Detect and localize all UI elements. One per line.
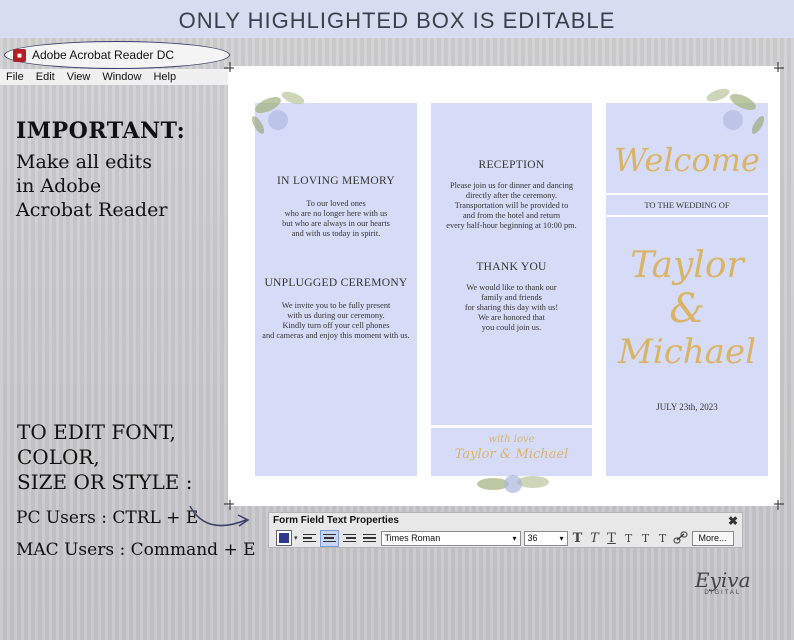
text-color-swatch[interactable] — [276, 530, 292, 546]
italic-button[interactable]: T — [588, 531, 602, 546]
couple-names-small: Taylor & Michael — [454, 447, 569, 462]
underline-button[interactable]: T — [605, 531, 619, 546]
pc-shortcut: PC Users : CTRL + E — [16, 508, 199, 528]
floral-decoration-icon — [477, 475, 549, 493]
ampersand: & — [669, 286, 705, 332]
mac-shortcut: MAC Users : Command + E — [16, 540, 256, 560]
toolbar-title: Form Field Text Properties — [273, 515, 399, 526]
memory-panel[interactable]: IN LOVING MEMORY To our loved ones who a… — [255, 103, 417, 476]
link-icon[interactable] — [673, 531, 689, 545]
edit-line: SIZE OR STYLE : — [17, 470, 193, 494]
banner: ONLY HIGHLIGHTED BOX IS EDITABLE — [0, 0, 794, 40]
text-properties-toolbar: Form Field Text Properties ✖ ▾ Times Rom… — [268, 512, 743, 548]
unplugged-heading: UNPLUGGED CEREMONY — [264, 277, 408, 289]
program-page: IN LOVING MEMORY To our loved ones who a… — [224, 62, 784, 510]
edit-line: TO EDIT FONT, — [17, 420, 176, 444]
floral-decoration-icon — [706, 88, 765, 134]
memory-heading: IN LOVING MEMORY — [277, 175, 395, 187]
text-line: you could join us. — [481, 323, 542, 332]
text-line: with us during our ceremony. — [287, 311, 385, 320]
text-line: and from the hotel and return — [463, 211, 560, 220]
text-line: but who are always in our hearts — [282, 219, 390, 228]
memory-text: To our loved ones who are no longer here… — [255, 199, 417, 239]
crop-mark-icon — [224, 62, 234, 72]
reception-panel[interactable]: RECEPTION Please join us for dinner and … — [431, 103, 592, 425]
name-1: Taylor — [630, 245, 744, 286]
font-select[interactable]: Times Roman ▾ — [380, 530, 521, 546]
floral-decoration-icon — [251, 91, 305, 134]
text-line: To our loved ones — [306, 199, 366, 208]
important-line: Make all edits — [16, 151, 152, 173]
important-line: in Adobe — [16, 175, 102, 197]
edit-instructions: TO EDIT FONT, COLOR, SIZE OR STYLE : — [17, 420, 193, 495]
align-center-button[interactable] — [319, 529, 339, 547]
important-text: Make all edits in Adobe Acrobat Reader — [16, 150, 185, 222]
font-size-value: 36 — [527, 532, 538, 543]
brand-logo: Eyiva DIGITAL — [695, 568, 751, 596]
chevron-down-icon: ▾ — [512, 533, 517, 543]
menu-view[interactable]: View — [67, 69, 91, 85]
reception-heading: RECEPTION — [478, 159, 545, 171]
wedding-date: JULY 23th, 2023 — [656, 402, 718, 412]
font-size-select[interactable]: 36 ▾ — [523, 530, 568, 546]
text-line: who are no longer here with us — [284, 209, 388, 218]
text-line: Transportation will be provided to — [454, 201, 569, 210]
text-line: and cameras and enjoy this moment with u… — [262, 331, 410, 340]
more-button[interactable]: More... — [691, 530, 734, 546]
text-line: We invite you to be fully present — [281, 301, 391, 310]
subtitle-panel[interactable]: TO THE WEDDING OF — [606, 195, 768, 215]
text-line: We would like to thank our — [466, 283, 557, 292]
text-line: Kindly turn off your cell phones — [282, 321, 390, 330]
crop-mark-icon — [774, 500, 784, 510]
text-line: We are honored that — [478, 313, 545, 322]
menu-bar: File Edit View Window Help — [0, 69, 228, 85]
acrobat-title-bar: ■ Adobe Acrobat Reader DC — [4, 41, 230, 69]
close-icon[interactable]: ✖ — [728, 514, 738, 528]
with-love-text: with love — [488, 434, 535, 445]
unplugged-text: We invite you to be fully present with u… — [255, 301, 417, 341]
menu-window[interactable]: Window — [102, 69, 141, 85]
justify-button[interactable] — [361, 531, 378, 546]
chevron-down-icon[interactable]: ▾ — [294, 534, 298, 542]
reception-text: Please join us for dinner and dancing di… — [431, 181, 592, 231]
small-caps-button[interactable]: T — [622, 532, 636, 545]
thankyou-heading: THANK YOU — [476, 261, 547, 273]
crop-mark-icon — [774, 62, 784, 72]
menu-file[interactable]: File — [6, 69, 24, 85]
wedding-subtitle: TO THE WEDDING OF — [644, 200, 730, 210]
align-left-button[interactable] — [301, 531, 318, 546]
logo-name: Eyiva — [695, 568, 751, 592]
font-value: Times Roman — [384, 532, 441, 543]
acrobat-logo-icon: ■ — [13, 48, 26, 62]
menu-help[interactable]: Help — [153, 69, 176, 85]
text-line: for sharing this day with us! — [464, 303, 559, 312]
text-line: and with us today in spirit. — [291, 229, 381, 238]
toolbar-controls: ▾ Times Roman ▾ 36 ▾ T T T T T T More... — [276, 529, 734, 547]
text-line: family and friends — [481, 293, 542, 302]
superscript-button[interactable]: T — [639, 532, 653, 545]
subscript-button[interactable]: T — [656, 532, 670, 545]
names-panel[interactable]: Taylor & Michael JULY 23th, 2023 — [606, 217, 768, 476]
edit-line: COLOR, — [17, 445, 100, 469]
text-line: every half-hour beginning at 10:00 pm. — [446, 221, 577, 230]
thankyou-text: We would like to thank our family and fr… — [431, 283, 592, 333]
menu-edit[interactable]: Edit — [36, 69, 55, 85]
bold-button[interactable]: T — [571, 531, 585, 546]
important-line: Acrobat Reader — [16, 199, 168, 221]
align-right-button[interactable] — [341, 531, 358, 546]
crop-mark-icon — [224, 500, 234, 510]
text-line: Please join us for dinner and dancing — [449, 181, 574, 190]
name-2: Michael — [618, 332, 756, 372]
chevron-down-icon: ▾ — [559, 533, 564, 543]
app-title: Adobe Acrobat Reader DC — [32, 48, 175, 62]
text-line: directly after the ceremony. — [465, 191, 558, 200]
important-heading: IMPORTANT: — [16, 118, 186, 144]
important-note: IMPORTANT: Make all edits in Adobe Acrob… — [16, 118, 185, 222]
